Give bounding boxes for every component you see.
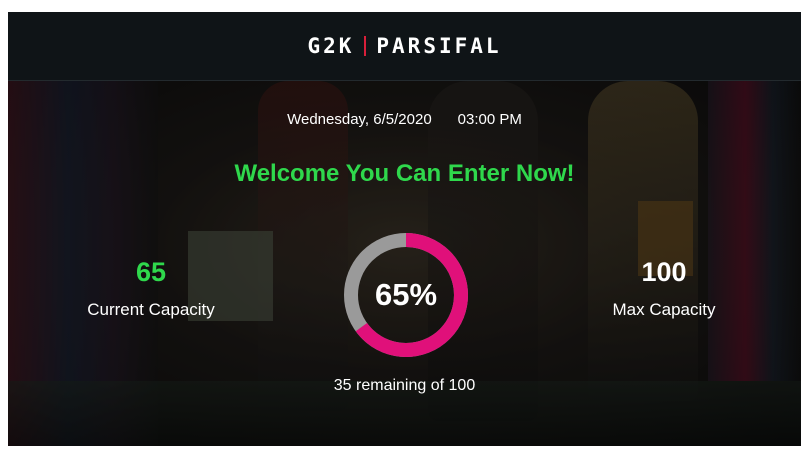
app-frame: G2K PARSIFAL Wednesday, 6/5/2020 03:00 PM…: [8, 12, 801, 446]
capacity-gauge: 65%: [340, 229, 472, 361]
max-capacity-value: 100: [641, 257, 687, 287]
date-text: Wednesday, 6/5/2020: [287, 111, 432, 128]
header-bar: G2K PARSIFAL: [8, 12, 801, 81]
hero-panel: Wednesday, 6/5/2020 03:00 PM Welcome You …: [8, 81, 801, 446]
current-capacity-value: 65: [135, 257, 167, 287]
remaining-text: 35 remaining of 100: [333, 377, 476, 394]
welcome-message: Welcome You Can Enter Now!: [234, 160, 575, 187]
time-text: 03:00 PM: [457, 111, 522, 128]
brand-logo: G2K PARSIFAL: [307, 34, 501, 58]
current-capacity-label: Current Capacity: [87, 300, 215, 319]
max-capacity-label: Max Capacity: [612, 300, 716, 319]
brand-separator: [364, 36, 367, 56]
brand-name-left: G2K: [307, 34, 355, 58]
max-capacity-stat: 100 Max Capacity: [564, 256, 764, 320]
current-capacity-stat: 65 Current Capacity: [51, 256, 251, 320]
gauge-percent-text: 65%: [374, 277, 438, 312]
brand-name-right: PARSIFAL: [376, 34, 502, 58]
date-time-display: Wednesday, 6/5/2020 03:00 PM: [8, 111, 801, 128]
